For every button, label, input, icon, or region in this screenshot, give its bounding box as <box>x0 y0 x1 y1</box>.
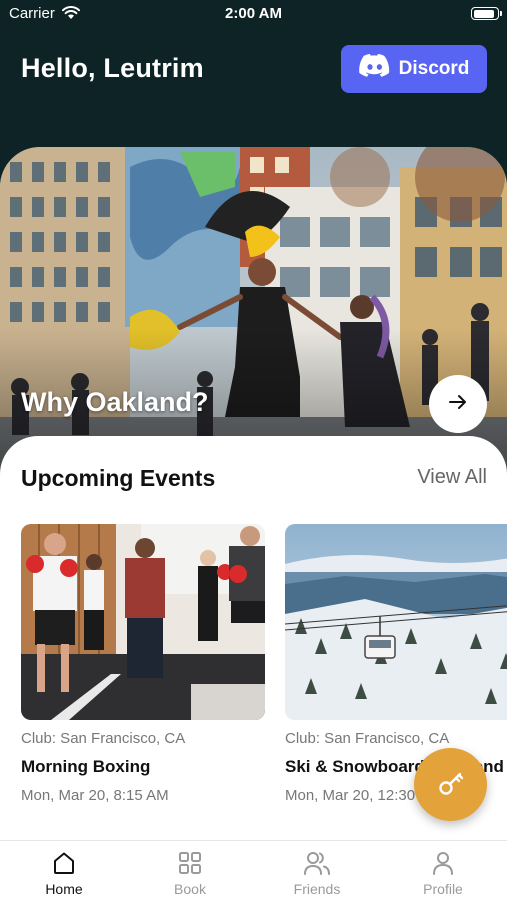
status-bar: Carrier 2:00 AM <box>0 0 507 28</box>
event-time: Mon, Mar 20, 8:15 AM <box>21 787 169 804</box>
greeting: Hello, Leutrim <box>21 53 204 83</box>
home-icon <box>51 849 77 877</box>
event-club: Club: San Francisco, CA <box>21 730 186 747</box>
event-name: Morning Boxing <box>21 757 151 776</box>
hero-title: Why Oakland? <box>21 387 209 417</box>
key-fab-button[interactable] <box>414 748 487 821</box>
view-all-link[interactable]: View All <box>417 466 487 489</box>
hero-banner[interactable]: Why Oakland? <box>0 147 507 477</box>
event-image-boxing <box>21 524 265 720</box>
users-icon <box>303 849 331 877</box>
grid-icon <box>177 849 203 877</box>
hero-image <box>0 147 507 477</box>
hero-arrow-button[interactable] <box>429 375 487 433</box>
tab-book[interactable]: Book <box>127 841 253 900</box>
event-image-ski <box>285 524 507 720</box>
user-icon <box>430 849 456 877</box>
tab-label: Home <box>45 881 83 897</box>
tab-profile[interactable]: Profile <box>380 841 506 900</box>
discord-icon <box>358 53 391 84</box>
battery-icon <box>471 7 502 20</box>
key-icon <box>436 768 466 802</box>
section-title: Upcoming Events <box>21 465 216 491</box>
clock: 2:00 AM <box>225 5 282 22</box>
arrow-right-icon <box>447 391 469 417</box>
tab-home[interactable]: Home <box>1 841 127 900</box>
discord-button[interactable]: Discord <box>341 45 487 93</box>
tab-label: Friends <box>293 881 341 897</box>
event-card[interactable]: Club: San Francisco, CA Morning Boxing M… <box>21 524 265 804</box>
tab-friends[interactable]: Friends <box>254 841 380 900</box>
tab-label: Book <box>174 881 206 897</box>
discord-label: Discord <box>398 58 470 79</box>
tab-label: Profile <box>423 881 463 897</box>
event-club: Club: San Francisco, CA <box>285 730 450 747</box>
tab-bar: Home Book Friends Profile <box>0 840 507 900</box>
